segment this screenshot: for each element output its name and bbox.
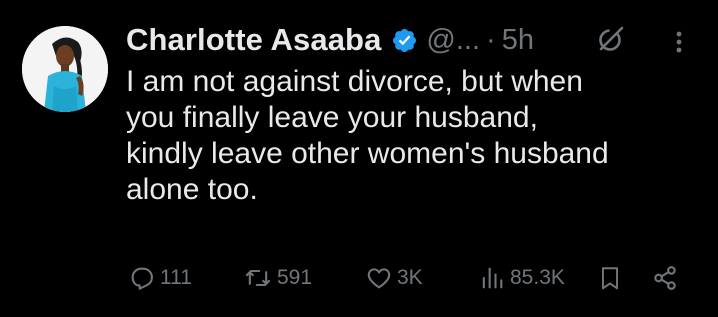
repost-icon bbox=[243, 264, 273, 292]
analytics-icon bbox=[478, 264, 506, 292]
share-icon bbox=[651, 264, 679, 292]
author-handle[interactable]: @... bbox=[426, 24, 480, 57]
author-name[interactable]: Charlotte Asaaba bbox=[126, 22, 381, 58]
tweet-text-line: kindly leave other women's husband bbox=[126, 137, 609, 170]
reply-count: 111 bbox=[160, 266, 192, 289]
grok-icon[interactable] bbox=[596, 24, 626, 59]
tweet-timestamp[interactable]: 5h bbox=[502, 24, 534, 57]
action-bar: 111 591 3K 85.3K bbox=[0, 258, 718, 298]
avatar[interactable] bbox=[22, 26, 108, 112]
bookmark-button[interactable] bbox=[597, 258, 623, 298]
bookmark-icon bbox=[597, 263, 623, 293]
tweet-text-line: you finally leave your husband, bbox=[126, 101, 538, 134]
views-count: 85.3K bbox=[510, 266, 565, 289]
separator-dot: · bbox=[486, 23, 496, 56]
tweet-text-line: alone too. bbox=[126, 173, 258, 206]
like-button[interactable]: 3K bbox=[365, 258, 423, 298]
share-button[interactable] bbox=[651, 258, 679, 298]
tweet-text-line: I am not against divorce, but when bbox=[126, 65, 583, 98]
views-button[interactable]: 85.3K bbox=[478, 258, 565, 298]
reply-button[interactable]: 111 bbox=[128, 258, 192, 298]
repost-count: 591 bbox=[277, 266, 313, 289]
reply-icon bbox=[128, 264, 156, 292]
like-count: 3K bbox=[397, 266, 423, 289]
repost-button[interactable]: 591 bbox=[243, 258, 312, 298]
verified-badge-icon[interactable] bbox=[391, 27, 418, 54]
tweet-text: I am not against divorce, but when you f… bbox=[126, 64, 706, 208]
more-vertical-icon[interactable] bbox=[667, 28, 691, 61]
heart-icon bbox=[365, 264, 393, 292]
tweet-header: Charlotte Asaaba @... · 5h bbox=[126, 20, 534, 60]
